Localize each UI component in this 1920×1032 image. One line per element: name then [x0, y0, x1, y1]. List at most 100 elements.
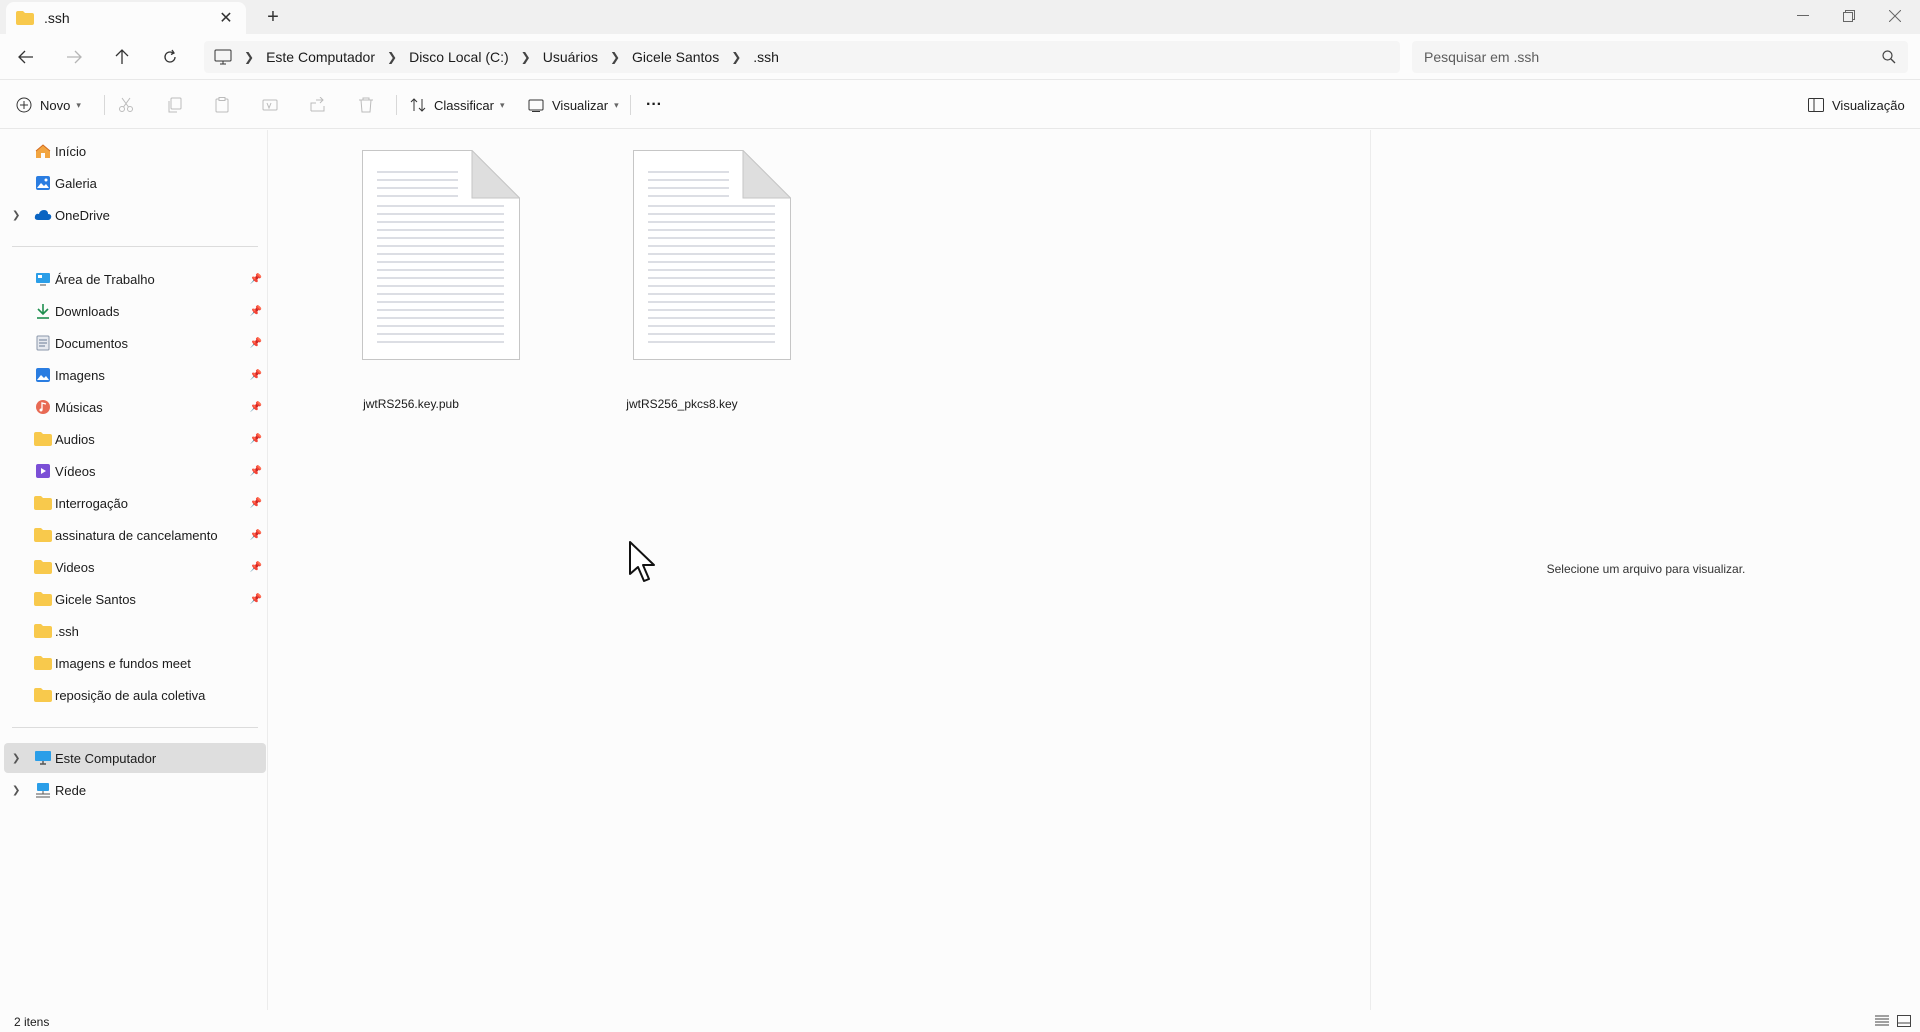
sidebar-item-reposicao-de-aula[interactable]: reposição de aula coletiva	[4, 680, 266, 710]
sidebar-item-rede[interactable]: ❯ Rede	[4, 775, 266, 805]
view-button[interactable]: Visualizar ▾	[528, 91, 619, 119]
divider	[12, 246, 258, 247]
pin-icon[interactable]: 📌	[250, 338, 262, 349]
home-icon	[34, 143, 52, 159]
pin-icon[interactable]: 📌	[250, 562, 262, 573]
details-view-button[interactable]	[1874, 1014, 1890, 1028]
share-icon	[310, 97, 325, 112]
text-file-icon	[362, 150, 520, 360]
file-item[interactable]: jwtRS256_pkcs8.key	[592, 150, 791, 411]
preview-label: Visualização	[1832, 97, 1905, 113]
pin-icon[interactable]: 📌	[250, 370, 262, 381]
sidebar-item-label: .ssh	[55, 623, 79, 639]
up-button[interactable]	[106, 43, 138, 71]
breadcrumb-item[interactable]: Disco Local (C:)	[403, 49, 515, 65]
tab-ssh[interactable]: .ssh ✕	[6, 2, 246, 34]
chevron-down-icon: ▾	[614, 99, 619, 110]
pin-icon[interactable]: 📌	[250, 594, 262, 605]
sidebar-item-imagens-e-fundos-meet[interactable]: Imagens e fundos meet	[4, 648, 266, 678]
folder-icon	[34, 655, 52, 671]
more-options-button[interactable]: ···	[646, 91, 662, 119]
sidebar-item-galeria[interactable]: Galeria	[4, 168, 266, 198]
sidebar-item-label: Galeria	[55, 175, 97, 191]
arrow-up-icon	[115, 49, 129, 64]
list-icon	[1875, 1015, 1889, 1026]
copy-button[interactable]	[164, 95, 184, 115]
new-tab-button[interactable]: +	[258, 4, 288, 30]
sidebar-item-este-computador[interactable]: ❯ Este Computador	[4, 743, 266, 773]
cut-button[interactable]	[116, 95, 136, 115]
restore-button[interactable]	[1826, 0, 1872, 32]
divider	[12, 727, 258, 728]
sidebar-item-interrogacao[interactable]: Interrogação 📌	[4, 488, 266, 518]
forward-button[interactable]	[58, 43, 90, 71]
breadcrumb-item[interactable]: .ssh	[747, 49, 785, 65]
share-button[interactable]	[308, 95, 328, 115]
file-list[interactable]: jwtRS256.key.pub jwtRS256_pkcs8.key	[269, 130, 1369, 1010]
breadcrumb-item[interactable]: Gicele Santos	[626, 49, 725, 65]
sidebar-item-audios[interactable]: Audios 📌	[4, 424, 266, 454]
sidebar-item-assinatura[interactable]: assinatura de cancelamento 📌	[4, 520, 266, 550]
address-bar[interactable]: ❯ Este Computador ❯ Disco Local (C:) ❯ U…	[204, 41, 1400, 73]
divider	[630, 95, 631, 115]
sidebar-item-ssh[interactable]: .ssh	[4, 616, 266, 646]
status-bar: 2 itens	[0, 1010, 1920, 1032]
chevron-right-icon[interactable]: ❯	[12, 785, 20, 796]
folder-icon	[34, 591, 52, 607]
clipboard-icon	[215, 97, 229, 113]
folder-icon	[34, 559, 52, 575]
close-window-button[interactable]	[1872, 0, 1918, 32]
pin-icon[interactable]: 📌	[250, 434, 262, 445]
pin-icon[interactable]: 📌	[250, 498, 262, 509]
file-item[interactable]: jwtRS256.key.pub	[321, 150, 520, 411]
pin-icon[interactable]: 📌	[250, 530, 262, 541]
large-icons-view-button[interactable]	[1896, 1014, 1912, 1028]
sort-icon	[410, 98, 426, 112]
cloud-icon	[34, 207, 52, 223]
breadcrumb-item[interactable]: Este Computador	[260, 49, 381, 65]
refresh-button[interactable]	[154, 43, 186, 71]
minimize-button[interactable]	[1780, 0, 1826, 32]
folder-icon	[16, 11, 34, 25]
sidebar-item-onedrive[interactable]: ❯ OneDrive	[4, 200, 266, 230]
sidebar-item-imagens[interactable]: Imagens 📌	[4, 360, 266, 390]
search-input[interactable]: Pesquisar em .ssh	[1412, 41, 1908, 73]
restore-icon	[1843, 10, 1855, 22]
command-bar: Novo ▾ Classificar ▾ Visualizar ▾ ··· Vi…	[0, 81, 1920, 129]
plus-circle-icon	[16, 97, 32, 113]
music-icon	[34, 399, 52, 415]
back-button[interactable]	[10, 43, 42, 71]
arrow-right-icon	[67, 50, 82, 64]
folder-icon	[34, 431, 52, 447]
chevron-right-icon[interactable]: ❯	[12, 210, 20, 221]
tab-close-icon[interactable]: ✕	[216, 8, 236, 28]
sidebar-item-label: Rede	[55, 782, 87, 798]
pin-icon[interactable]: 📌	[250, 466, 262, 477]
sidebar-item-inicio[interactable]: Início	[4, 136, 266, 166]
sidebar-item-area-de-trabalho[interactable]: Área de Trabalho 📌	[4, 264, 266, 294]
chevron-right-icon: ❯	[244, 50, 255, 64]
sidebar-item-musicas[interactable]: Músicas 📌	[4, 392, 266, 422]
preview-pane-icon	[1808, 98, 1824, 112]
text-file-icon	[633, 150, 791, 360]
paste-button[interactable]	[212, 95, 232, 115]
rename-button[interactable]	[260, 95, 280, 115]
sidebar-item-gicele-santos[interactable]: Gicele Santos 📌	[4, 584, 266, 614]
new-button[interactable]: Novo ▾	[16, 91, 81, 119]
image-icon	[34, 367, 52, 383]
file-name: jwtRS256_pkcs8.key	[626, 397, 738, 411]
delete-button[interactable]	[356, 95, 376, 115]
sidebar-item-downloads[interactable]: Downloads 📌	[4, 296, 266, 326]
sort-button[interactable]: Classificar ▾	[410, 91, 505, 119]
preview-pane-button[interactable]: Visualização	[1808, 91, 1905, 119]
sidebar-item-documentos[interactable]: Documentos 📌	[4, 328, 266, 358]
pin-icon[interactable]: 📌	[250, 274, 262, 285]
pin-icon[interactable]: 📌	[250, 306, 262, 317]
pin-icon[interactable]: 📌	[250, 402, 262, 413]
folder-icon	[34, 623, 52, 639]
sidebar-item-videos-folder[interactable]: Videos 📌	[4, 552, 266, 582]
breadcrumb-item[interactable]: Usuários	[537, 49, 604, 65]
sidebar-item-label: Gicele Santos	[55, 591, 136, 607]
chevron-right-icon[interactable]: ❯	[12, 753, 20, 764]
sidebar-item-videos-library[interactable]: Vídeos 📌	[4, 456, 266, 486]
